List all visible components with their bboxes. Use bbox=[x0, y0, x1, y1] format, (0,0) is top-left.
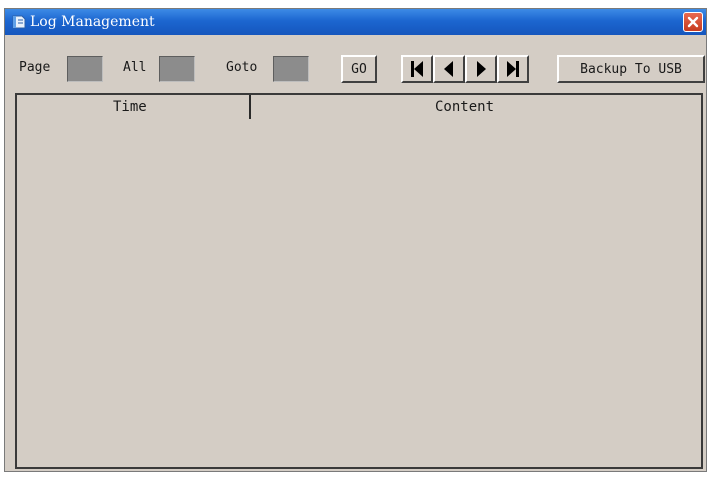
last-page-icon bbox=[507, 61, 519, 77]
all-label: All bbox=[123, 60, 147, 75]
go-button[interactable]: GO bbox=[341, 55, 377, 83]
page-label: Page bbox=[19, 60, 51, 75]
column-divider[interactable] bbox=[249, 95, 251, 119]
toolbar: Page All Goto GO Backup To USB bbox=[5, 55, 706, 83]
page-field[interactable] bbox=[67, 56, 103, 82]
title-bar[interactable]: Log Management bbox=[5, 9, 706, 35]
window-title: Log Management bbox=[30, 14, 155, 30]
close-button[interactable] bbox=[683, 12, 703, 32]
first-page-button[interactable] bbox=[401, 55, 433, 83]
previous-page-button[interactable] bbox=[433, 55, 465, 83]
all-field bbox=[159, 56, 195, 82]
backup-to-usb-button[interactable]: Backup To USB bbox=[557, 55, 705, 83]
goto-field[interactable] bbox=[273, 56, 309, 82]
column-header-time[interactable]: Time bbox=[113, 99, 147, 115]
next-page-icon bbox=[477, 61, 486, 77]
log-table[interactable]: Time Content bbox=[15, 93, 703, 469]
column-header-content[interactable]: Content bbox=[435, 99, 494, 115]
log-management-window: Log Management Page All Goto GO Backup T… bbox=[4, 8, 707, 472]
close-icon bbox=[687, 16, 699, 28]
next-page-button[interactable] bbox=[465, 55, 497, 83]
log-book-icon bbox=[11, 14, 27, 30]
last-page-button[interactable] bbox=[497, 55, 529, 83]
previous-page-icon bbox=[444, 61, 453, 77]
goto-label: Goto bbox=[226, 60, 258, 75]
page-navigation bbox=[401, 55, 529, 83]
first-page-icon bbox=[411, 61, 423, 77]
